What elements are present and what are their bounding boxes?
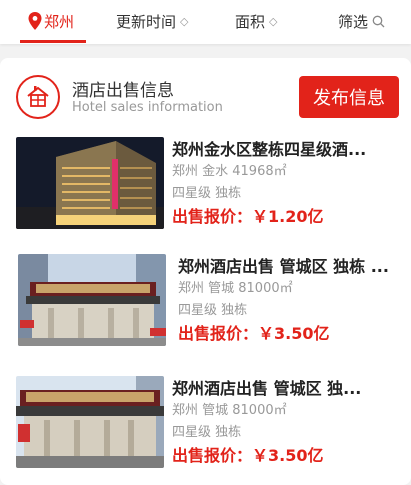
- publish-button[interactable]: 发布信息: [299, 76, 399, 118]
- listing-info: 郑州酒店出售 管城区 独... 郑州 管城 81000㎡ 四星级 独栋 出售报价…: [172, 378, 404, 467]
- listing-info: 郑州金水区整栋四星级酒... 郑州 金水 41968㎡ 四星级 独栋 出售报价：…: [172, 139, 404, 228]
- listing-location: 郑州 金水 41968㎡: [172, 164, 287, 179]
- active-tab-underline: [20, 40, 86, 43]
- city-filter[interactable]: 郑州: [28, 10, 74, 32]
- listing-price: 出售报价：￥3.50亿: [172, 446, 324, 465]
- location-pin-icon: [28, 12, 42, 30]
- sort-chevron-icon: ◇: [269, 14, 278, 28]
- update-time-filter[interactable]: 更新时间 ◇: [116, 10, 188, 32]
- listing-title: 郑州酒店出售 管城区 独栋 ...: [178, 257, 389, 276]
- sort-chevron-icon: ◇: [180, 14, 189, 28]
- listing-location: 郑州 管城 81000㎡: [172, 403, 287, 418]
- listing-item[interactable]: 郑州酒店出售 管城区 独... 郑州 管城 81000㎡ 四星级 独栋 出售报价…: [0, 376, 411, 476]
- listing-title: 郑州酒店出售 管城区 独...: [172, 379, 362, 398]
- section-subtitle: Hotel sales information: [72, 100, 223, 115]
- listing-item[interactable]: 郑州金水区整栋四星级酒... 郑州 金水 41968㎡ 四星级 独栋 出售报价：…: [0, 137, 411, 237]
- listing-location: 郑州 管城 81000㎡: [178, 281, 293, 296]
- listing-photo: [18, 254, 166, 346]
- listing-tags: 四星级 独栋: [172, 186, 242, 201]
- listing-item[interactable]: 郑州酒店出售 管城区 独栋 ... 郑州 管城 81000㎡ 四星级 独栋 出售…: [0, 254, 411, 354]
- card-header: 酒店出售信息 Hotel sales information 发布信息: [16, 74, 399, 122]
- filter-bar: 郑州 更新时间 ◇ 面积 ◇ 筛选: [0, 0, 411, 44]
- listing-price: 出售报价：￥3.50亿: [178, 324, 330, 343]
- search-icon: [372, 15, 385, 27]
- listing-tags: 四星级 独栋: [178, 303, 248, 318]
- area-filter[interactable]: 面积 ◇: [235, 10, 277, 32]
- area-label: 面积: [235, 12, 266, 31]
- city-label: 郑州: [44, 12, 75, 31]
- update-time-label: 更新时间: [116, 12, 177, 31]
- hotel-sales-card: 酒店出售信息 Hotel sales information 发布信息 郑州金水…: [0, 58, 411, 485]
- listing-tags: 四星级 独栋: [172, 425, 242, 440]
- listing-price: 出售报价：￥1.20亿: [172, 207, 324, 226]
- hotel-logo-icon: [16, 75, 60, 119]
- listing-photo: [16, 376, 164, 468]
- section-title: 酒店出售信息: [72, 81, 174, 101]
- more-filter[interactable]: 筛选: [338, 10, 385, 32]
- filter-label: 筛选: [338, 12, 369, 31]
- listing-photo: [16, 137, 164, 229]
- listing-title: 郑州金水区整栋四星级酒...: [172, 140, 367, 159]
- listing-info: 郑州酒店出售 管城区 独栋 ... 郑州 管城 81000㎡ 四星级 独栋 出售…: [178, 256, 404, 345]
